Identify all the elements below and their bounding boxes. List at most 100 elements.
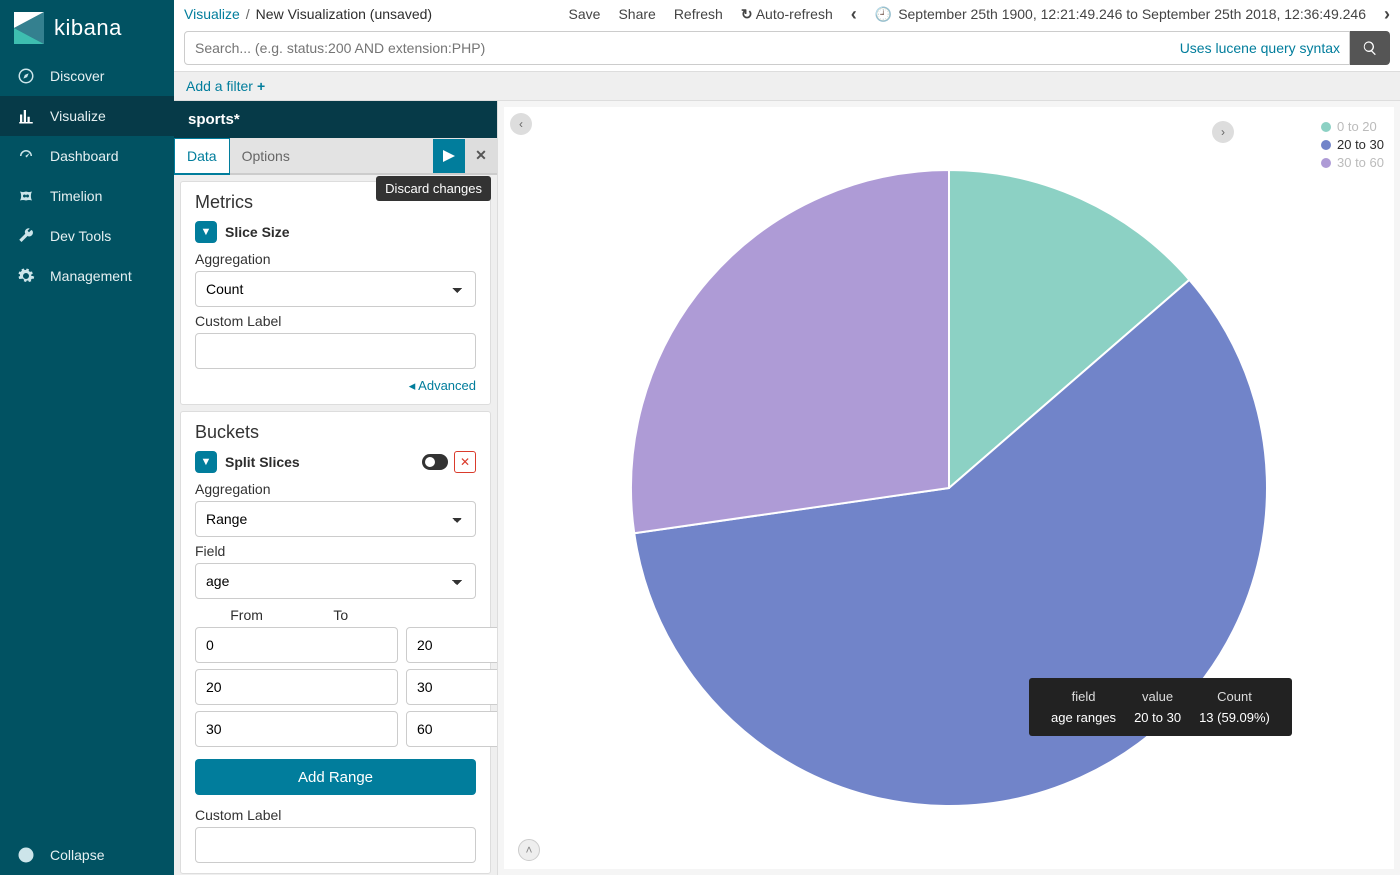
viz-name: sports* [174,101,497,138]
time-range[interactable]: 🕘 September 25th 1900, 12:21:49.246 to S… [875,6,1366,23]
logo: kibana [0,0,174,56]
tab-options[interactable]: Options [230,139,302,173]
field-label: Field [195,543,476,559]
nav-label: Dev Tools [50,228,111,244]
tab-data[interactable]: Data [174,138,230,175]
nav-devtools[interactable]: Dev Tools [0,216,174,256]
gauge-icon [16,146,36,166]
nav-label: Management [50,268,132,284]
visualization-area: ‹ › 0 to 20 20 to 30 30 to 60 field valu… [504,107,1394,869]
nav-label: Dashboard [50,148,119,164]
scroll-top-button[interactable]: ˄ [518,839,540,861]
range-from-input[interactable] [195,711,398,747]
tooltip-value-header: value [1126,687,1189,706]
tooltip-field: age ranges [1043,708,1124,727]
buckets-toggle[interactable]: ▼ [195,451,217,473]
legend-dot-icon [1321,122,1331,132]
buckets-title: Buckets [195,422,476,443]
to-header: To [333,607,348,623]
pie-slice[interactable] [631,170,949,533]
search-bar: Uses lucene query syntax [174,28,1400,72]
side-nav: kibana Discover Visualize Dashboard Time… [0,0,174,875]
legend-item[interactable]: 30 to 60 [1321,155,1384,170]
nav-timelion[interactable]: Timelion [0,176,174,216]
range-to-input[interactable] [406,711,497,747]
range-from-input[interactable] [195,669,398,705]
nav-management[interactable]: Management [0,256,174,296]
time-prev-icon[interactable]: ‹ [851,4,857,25]
aggregation-label: Aggregation [195,481,476,497]
bucket-enable-toggle[interactable] [422,454,448,470]
custom-label-label: Custom Label [195,807,476,823]
bucket-custom-label-input[interactable] [195,827,476,863]
tooltip-count: 13 (59.09%) [1191,708,1278,727]
tooltip-value: 20 to 30 [1126,708,1189,727]
collapse-editor-button[interactable]: ‹ [510,113,532,135]
autorefresh-action[interactable]: ↻ Auto-refresh [741,6,833,23]
range-row: ✕ [195,669,476,705]
wrench-icon [16,226,36,246]
legend-item[interactable]: 0 to 20 [1321,119,1384,134]
logo-text: kibana [54,15,122,41]
editor-tabs: Data Options ✕ Discard changes [174,138,497,175]
discard-tooltip: Discard changes [376,176,491,201]
add-range-button[interactable]: Add Range [195,759,476,795]
breadcrumb-current: New Visualization (unsaved) [256,6,432,22]
chevron-down-icon: ▼ [201,456,212,468]
aggregation-select[interactable]: Count [195,271,476,307]
editor-panel: sports* Data Options ✕ Discard changes [174,101,498,875]
time-next-icon[interactable]: › [1384,4,1390,25]
bucket-agg-select[interactable]: Range [195,501,476,537]
metrics-toggle[interactable]: ▼ [195,221,217,243]
chevron-down-icon: ▼ [201,226,212,238]
range-row: ✕ [195,627,476,663]
aggregation-label: Aggregation [195,251,476,267]
breadcrumb-sep: / [246,6,250,22]
close-icon: ✕ [460,455,470,469]
range-to-input[interactable] [406,627,497,663]
chevron-right-icon: › [1221,125,1225,139]
nav-label: Discover [50,68,104,84]
chart-tooltip: field value Count age ranges 20 to 30 13… [1029,678,1292,736]
nav-label: Visualize [50,108,106,124]
expand-legend-button[interactable]: › [1212,121,1234,143]
advanced-link[interactable]: ◂ Advanced [409,378,476,393]
refresh-action[interactable]: Refresh [674,6,723,22]
discard-button[interactable]: ✕ [465,139,497,173]
legend-item[interactable]: 20 to 30 [1321,137,1384,152]
tooltip-field-header: field [1043,687,1124,706]
nav-label: Collapse [50,847,104,863]
save-action[interactable]: Save [569,6,601,22]
range-from-input[interactable] [195,627,398,663]
tooltip-count-header: Count [1191,687,1278,706]
search-input[interactable] [184,31,1350,65]
breadcrumb-root[interactable]: Visualize [184,6,240,22]
field-select[interactable]: age [195,563,476,599]
metrics-agg-label: Slice Size [225,224,290,240]
compass-icon [16,66,36,86]
nav-label: Timelion [50,188,102,204]
custom-label-label: Custom Label [195,313,476,329]
chart-legend: 0 to 20 20 to 30 30 to 60 [1321,119,1384,173]
custom-label-input[interactable] [195,333,476,369]
search-icon [1362,40,1378,56]
bucket-delete-button[interactable]: ✕ [454,451,476,473]
apply-button[interactable] [433,139,465,173]
range-to-input[interactable] [406,669,497,705]
top-bar: Visualize / New Visualization (unsaved) … [174,0,1400,28]
logo-icon [14,12,44,44]
nav-collapse[interactable]: Collapse [0,835,174,875]
range-row: ✕ [195,711,476,747]
chevron-left-icon: ‹ [519,117,523,131]
buckets-agg-label: Split Slices [225,454,300,470]
nav-dashboard[interactable]: Dashboard [0,136,174,176]
nav-discover[interactable]: Discover [0,56,174,96]
search-button[interactable] [1350,31,1390,65]
gear-icon [16,266,36,286]
nav-visualize[interactable]: Visualize [0,96,174,136]
legend-dot-icon [1321,158,1331,168]
add-filter-button[interactable]: Add a filter + [186,78,265,94]
clock-icon: 🕘 [875,6,892,23]
share-action[interactable]: Share [618,6,655,22]
chevron-up-icon: ˄ [525,843,532,857]
